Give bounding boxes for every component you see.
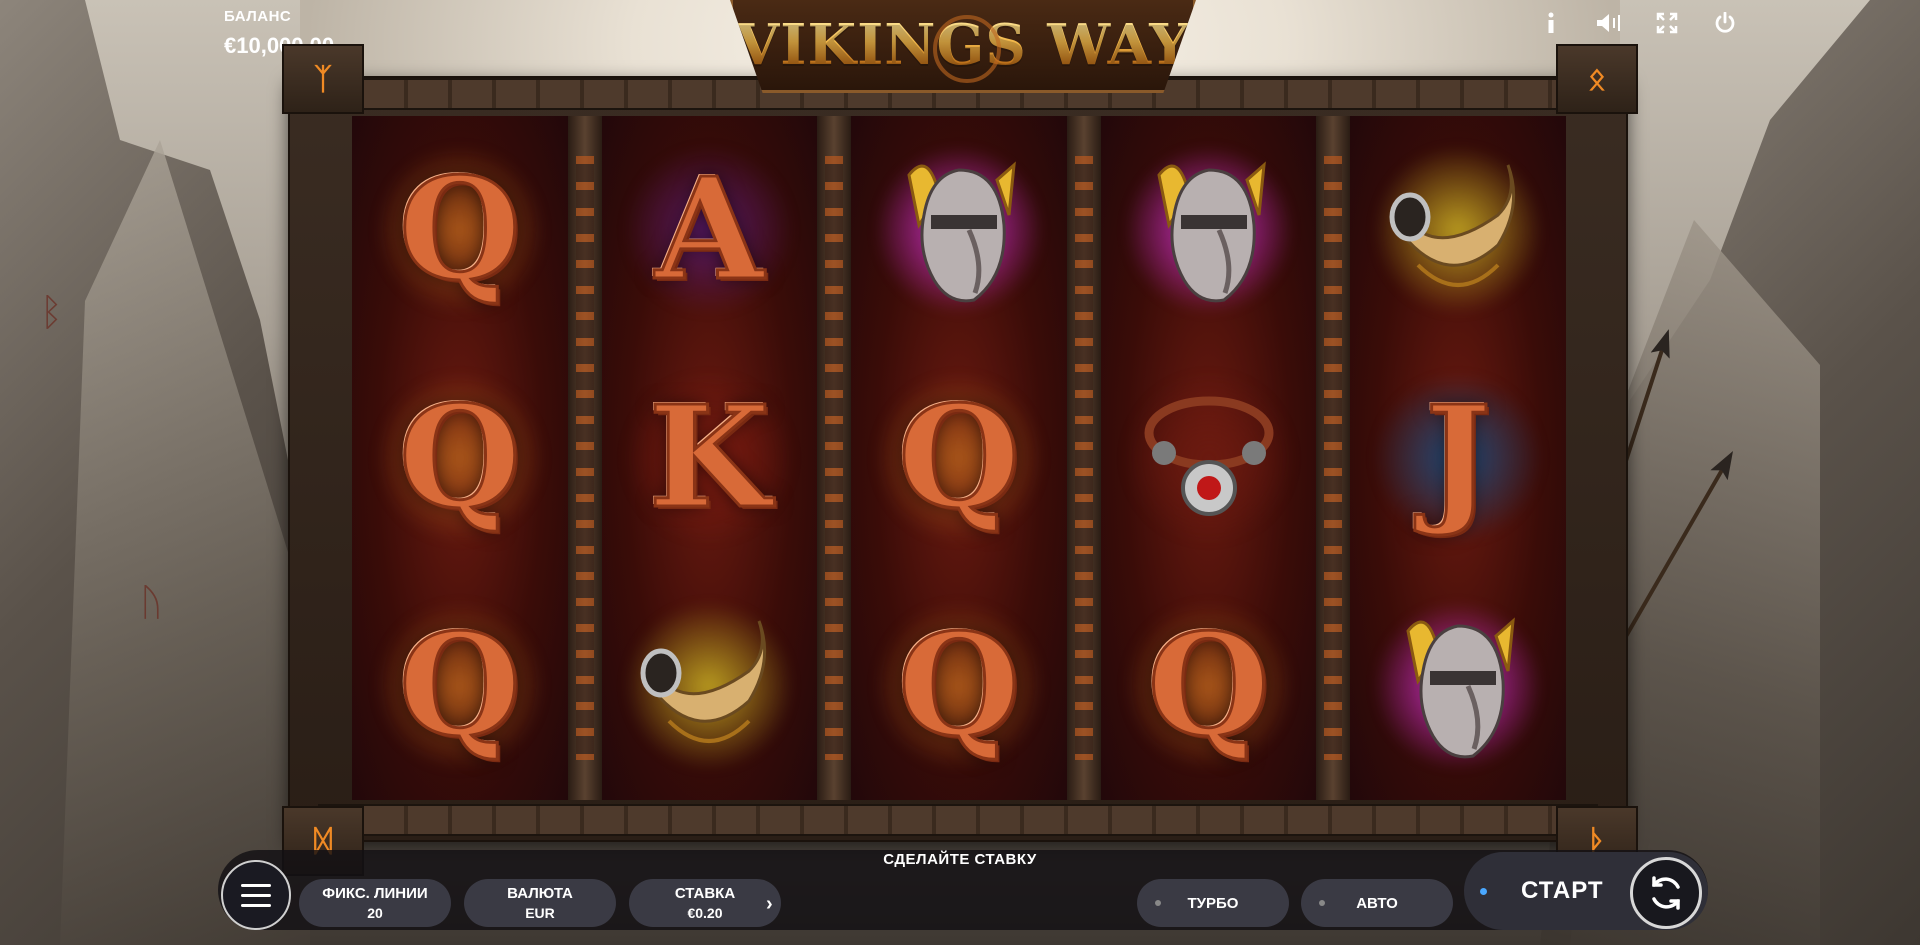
reel-cell: J [1350, 344, 1566, 572]
menu-button[interactable] [221, 860, 291, 930]
start-label: СТАРТ [1521, 877, 1604, 904]
letter-symbol-q: Q [897, 604, 1022, 768]
reel-cell [602, 572, 818, 800]
rock-rune-carving: ᚢ [140, 580, 163, 624]
reel-cell: Q [352, 116, 568, 344]
reel-divider-pillar [1066, 116, 1101, 800]
letter-symbol-k: K [647, 376, 772, 540]
spin-button[interactable] [1630, 857, 1702, 929]
reel-5: J [1350, 116, 1566, 800]
lines-label: ФИКС. ЛИНИИ [322, 885, 428, 902]
turbo-indicator [1155, 900, 1161, 906]
reel-cell: Q [1101, 572, 1317, 800]
reel-1: QQQ [352, 116, 568, 800]
auto-toggle[interactable]: АВТО [1301, 879, 1453, 927]
helmet-symbol-icon [1139, 155, 1279, 305]
letter-symbol-q: Q [1146, 604, 1271, 768]
reel-divider-pillar [1316, 116, 1351, 800]
reel-cell: Q [851, 344, 1067, 572]
letter-symbol-q: Q [397, 148, 522, 312]
letter-symbol-q: Q [897, 376, 1022, 540]
reel-divider-pillar [567, 116, 602, 800]
reel-cell [1350, 116, 1566, 344]
lines-selector[interactable]: ФИКС. ЛИНИИ 20 [299, 879, 451, 927]
info-icon[interactable] [1536, 8, 1566, 38]
auto-indicator [1319, 900, 1325, 906]
spin-arrows-icon [1652, 876, 1680, 910]
chevron-right-icon[interactable]: › [766, 893, 773, 916]
reel-2: AK [601, 116, 818, 800]
reel-cell: Q [352, 572, 568, 800]
horn-symbol-icon [639, 611, 779, 761]
power-icon[interactable] [1710, 8, 1740, 38]
currency-selector[interactable]: ВАЛЮТА EUR [464, 879, 616, 927]
reel-cell: K [602, 344, 818, 572]
top-toolbar [1536, 8, 1740, 38]
reel-divider-pillar [817, 116, 852, 800]
sound-icon[interactable] [1594, 8, 1624, 38]
reel-cell [1350, 572, 1566, 800]
reel-cell: A [602, 116, 818, 344]
balance-label: БАЛАНС [224, 8, 292, 25]
auto-label: АВТО [1356, 894, 1398, 912]
frame-bottom-border [318, 804, 1598, 836]
letter-symbol-j: J [1424, 376, 1493, 540]
reel-4: Q [1100, 116, 1317, 800]
helmet-symbol-icon [889, 155, 1029, 305]
corner-rune-top-left: ᛉ [282, 44, 364, 114]
bet-selector[interactable]: СТАВКА €0.20 [629, 879, 781, 927]
corner-rune-top-right: ᛟ [1556, 44, 1638, 114]
bet-value: €0.20 [687, 905, 723, 921]
helmet-symbol-icon [1388, 611, 1528, 761]
hamburger-icon [241, 893, 271, 897]
reel-cell: Q [851, 572, 1067, 800]
reel-cell [1101, 116, 1317, 344]
letter-symbol-q: Q [397, 604, 522, 768]
bet-label: СТАВКА [674, 885, 736, 902]
letter-symbol-a: A [654, 148, 766, 312]
reel-3: QQ [851, 116, 1067, 800]
reel-cell [1101, 344, 1317, 572]
rock-rune-carving: ᛒ [40, 290, 63, 334]
letter-symbol-q: Q [397, 376, 522, 540]
start-indicator [1480, 887, 1487, 895]
reel-cell [851, 116, 1067, 344]
game-logo: VIKINGS WAY [730, 0, 1196, 93]
fullscreen-icon[interactable] [1652, 8, 1682, 38]
reel-cell: Q [352, 344, 568, 572]
turbo-toggle[interactable]: ТУРБО [1137, 879, 1289, 927]
turbo-label: ТУРБО [1187, 894, 1239, 912]
currency-label: ВАЛЮТА [507, 885, 573, 902]
reel-grid: QQQAK QQ Q J [352, 116, 1566, 800]
horn-symbol-icon [1388, 155, 1528, 305]
lines-value: 20 [367, 905, 383, 921]
necklace-symbol-icon [1139, 383, 1279, 533]
currency-value: EUR [525, 905, 555, 921]
